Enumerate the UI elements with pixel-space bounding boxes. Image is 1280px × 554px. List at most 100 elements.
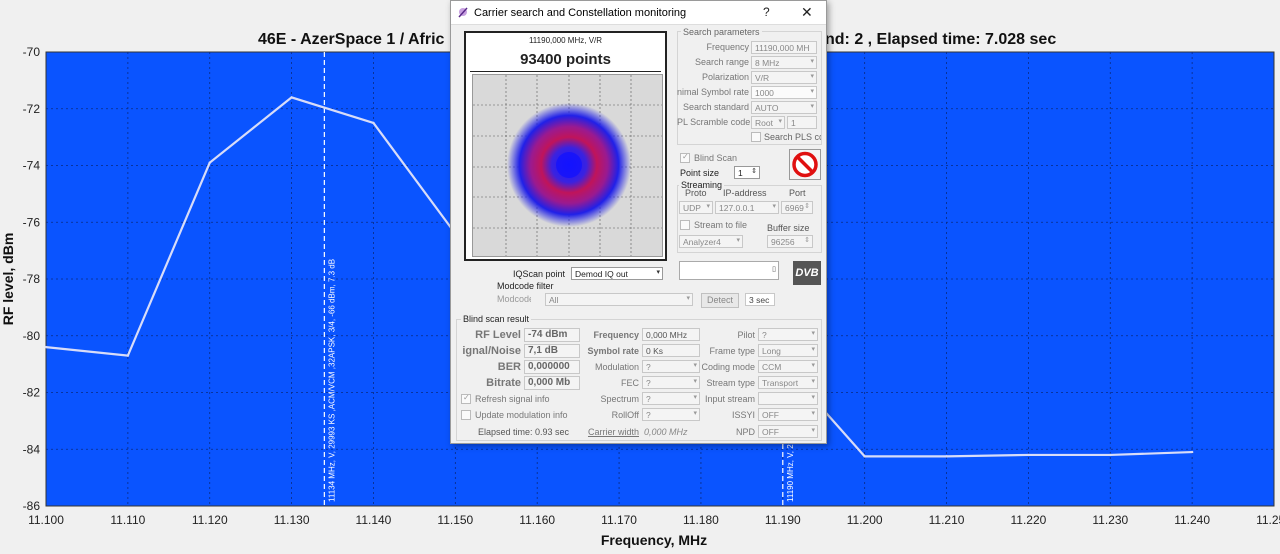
modcode-value: All: [549, 295, 559, 305]
search-standard-value: AUTO: [755, 103, 779, 113]
search-parameters-title: Search parameters: [681, 27, 762, 37]
modulation-label: Modulation: [594, 362, 639, 372]
spin-arrows-icon: ⇕: [804, 237, 810, 244]
ber-value: 0,000000: [524, 360, 580, 374]
elapsed-time: Elapsed time: 0.93 sec: [478, 427, 570, 437]
iqscan-point-select[interactable]: Demod IQ out ▾: [571, 267, 663, 280]
spin-arrows-icon: ▯: [772, 266, 776, 273]
x-tick-label: 11.140: [356, 513, 392, 527]
update-modulation-checkbox[interactable]: [461, 410, 471, 420]
dialog-titlebar[interactable]: Carrier search and Constellation monitor…: [451, 1, 826, 25]
input-stream-select[interactable]: ▾: [758, 392, 818, 405]
spectrum-point: [290, 96, 293, 99]
proto-value: UDP: [683, 203, 701, 213]
chevron-down-icon: ▾: [778, 118, 782, 125]
ip-address-select[interactable]: 127.0.0.1 ▾: [715, 201, 779, 214]
modcode-select[interactable]: All ▾: [545, 293, 693, 306]
x-tick-label: 11.100: [28, 513, 64, 527]
stream-type-select[interactable]: Transport ▾: [758, 376, 818, 389]
input-stream-label: Input stream: [704, 394, 755, 404]
frame-type-select[interactable]: Long ▾: [758, 344, 818, 357]
constellation-plot: [472, 74, 663, 257]
search-standard-select[interactable]: AUTO ▾: [751, 101, 817, 114]
close-button[interactable]: ✕: [801, 4, 813, 21]
dialog-title: Carrier search and Constellation monitor…: [474, 7, 687, 19]
detect-timeout-spinner[interactable]: 3 sec: [745, 293, 775, 306]
x-tick-label: 11.200: [847, 513, 883, 527]
chevron-down-icon: ▾: [810, 103, 814, 110]
symbol-rate-value: 1000: [755, 88, 774, 98]
blind-scan-checkbox[interactable]: [680, 152, 690, 163]
chevron-down-icon: ▾: [811, 362, 815, 369]
spin-arrows-icon: ⇕: [804, 203, 810, 210]
chevron-down-icon: ▾: [810, 58, 814, 65]
coding-mode-value: CCM: [762, 362, 782, 372]
chevron-down-icon: ▾: [693, 362, 697, 369]
rolloff-select[interactable]: ? ▾: [642, 408, 700, 421]
chevron-down-icon: ▾: [686, 295, 690, 302]
status-field[interactable]: ▯: [679, 261, 779, 280]
pilot-select[interactable]: ? ▾: [758, 328, 818, 341]
detect-button[interactable]: Detect: [701, 293, 739, 308]
chevron-down-icon: ▾: [772, 203, 776, 210]
modcode-label: Modcode: [497, 294, 531, 304]
coding-mode-select[interactable]: CCM ▾: [758, 360, 818, 373]
pls-code-input[interactable]: 1: [787, 116, 817, 129]
rolloff-value: ?: [646, 410, 651, 420]
spin-arrows-icon: ⇕: [751, 168, 757, 175]
point-size-value: 1: [738, 168, 743, 178]
port-spinner[interactable]: 6969 ⇕: [781, 201, 813, 214]
fec-label: FEC: [621, 378, 639, 388]
symbol-rate-select[interactable]: 1000 ▾: [751, 86, 817, 99]
analyzer-select[interactable]: Analyzer4 ▾: [679, 235, 743, 248]
ber-label: BER: [497, 361, 521, 373]
issyi-value: OFF: [762, 410, 779, 420]
buffer-size-value: 96256: [771, 237, 795, 247]
spectrum-point: [863, 455, 866, 458]
bitrate-label: Bitrate: [486, 377, 521, 389]
x-tick-label: 11.210: [929, 513, 965, 527]
stop-button[interactable]: [789, 149, 821, 180]
stream-to-file-checkbox[interactable]: [680, 220, 690, 230]
search-pls-checkbox[interactable]: [751, 132, 761, 142]
constellation-header: 11190,000 MHz, V/R: [528, 36, 603, 45]
modulation-value: ?: [646, 362, 651, 372]
x-tick-label: 11.240: [1174, 513, 1210, 527]
x-tick-label: 11.180: [683, 513, 719, 527]
point-size-spinner[interactable]: 1 ⇕: [734, 166, 760, 179]
y-tick-label: -82: [23, 386, 41, 400]
spectrum-point: [372, 121, 375, 125]
point-size-label: Point size: [680, 168, 720, 178]
spectrum-select[interactable]: ? ▾: [642, 392, 700, 405]
spectrum-point: [1027, 453, 1030, 457]
proto-select[interactable]: UDP ▾: [679, 201, 713, 214]
chevron-down-icon: ▾: [693, 394, 697, 401]
polarization-select[interactable]: V/R ▾: [751, 71, 817, 84]
modulation-select[interactable]: ? ▾: [642, 360, 700, 373]
npd-value: OFF: [762, 427, 779, 437]
frequency-input[interactable]: 11190,000 MH: [751, 41, 817, 54]
fec-select[interactable]: ? ▾: [642, 376, 700, 389]
proto-label: Proto: [685, 188, 707, 198]
issyi-select[interactable]: OFF ▾: [758, 408, 818, 421]
search-range-select[interactable]: 8 MHz ▾: [751, 56, 817, 69]
spectrum-point: [1190, 450, 1194, 454]
satellite-icon: [458, 7, 468, 18]
pilot-label: Pilot: [737, 330, 755, 340]
x-tick-label: 11.150: [437, 513, 473, 527]
refresh-signal-checkbox[interactable]: [461, 393, 471, 404]
help-button[interactable]: ?: [763, 5, 770, 19]
modcode-filter-title: Modcode filter: [497, 281, 554, 291]
y-tick-label: -78: [23, 272, 41, 286]
carrier-search-dialog: Carrier search and Constellation monitor…: [450, 0, 827, 444]
chevron-down-icon: ▾: [656, 269, 660, 276]
npd-select[interactable]: OFF ▾: [758, 425, 818, 438]
pls-mode-value: Root: [755, 118, 773, 128]
buffer-size-spinner[interactable]: 96256 ⇕: [767, 235, 813, 248]
ip-address-value: 127.0.0.1: [719, 203, 755, 213]
update-modulation-label: Update modulation info: [475, 410, 568, 420]
y-tick-label: -84: [23, 442, 41, 456]
y-tick-label: -76: [23, 215, 41, 229]
signal-noise-value: 7,1 dB: [524, 344, 580, 358]
pls-mode-select[interactable]: Root ▾: [751, 116, 785, 129]
